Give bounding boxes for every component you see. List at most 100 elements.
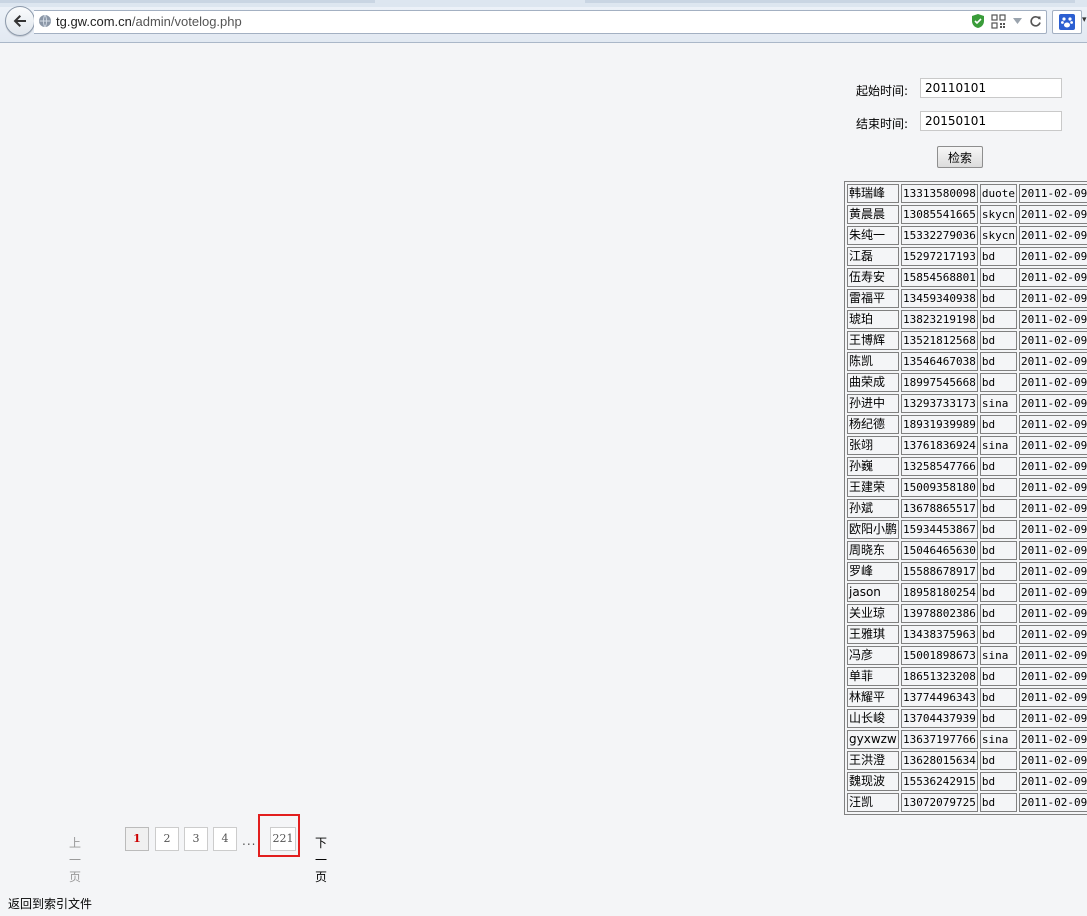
table-row: 朱纯一 15332279036 skycn 2011-02-09 (847, 226, 1087, 245)
voter-name-cell: 张翊 (847, 436, 900, 455)
table-row: jason 18958180254 bd 2011-02-09 (847, 583, 1087, 602)
vote-date-cell: 2011-02-09 (1019, 583, 1087, 602)
url-text[interactable]: tg.gw.com.cn/admin/votelog.php (56, 14, 242, 29)
vote-source-cell: sina (979, 394, 1017, 413)
table-row: 王建荣 15009358180 bd 2011-02-09 (847, 478, 1087, 497)
refresh-icon[interactable] (1029, 15, 1042, 28)
vote-source-cell: bd (979, 331, 1017, 350)
voter-name-cell: 关业琼 (847, 604, 900, 623)
table-row: 汪凯 13072079725 bd 2011-02-09 (847, 793, 1087, 812)
table-row: 黄晨晨 13085541665 skycn 2011-02-09 (847, 205, 1087, 224)
url-bar[interactable]: tg.gw.com.cn/admin/votelog.php (34, 10, 1047, 34)
vote-date-cell: 2011-02-09 (1019, 562, 1087, 581)
vote-date-cell: 2011-02-09 (1019, 457, 1087, 476)
vote-date-cell: 2011-02-09 (1019, 709, 1087, 728)
voter-name-cell: 单菲 (847, 667, 900, 686)
voter-name-cell: 陈凯 (847, 352, 900, 371)
vote-date-cell: 2011-02-09 (1019, 184, 1087, 203)
voter-phone-cell: 15297217193 (901, 247, 978, 266)
prev-page-link[interactable]: 上一页 (69, 834, 81, 885)
vote-date-cell: 2011-02-09 (1019, 373, 1087, 392)
voter-name-cell: 王雅琪 (847, 625, 900, 644)
vote-date-cell: 2011-02-09 (1019, 247, 1087, 266)
voter-name-cell: 朱纯一 (847, 226, 900, 245)
page-link-4[interactable]: 4 (213, 827, 237, 851)
vote-date-cell: 2011-02-09 (1019, 688, 1087, 707)
vote-date-cell: 2011-02-09 (1019, 268, 1087, 287)
voter-phone-cell: 13978802386 (901, 604, 978, 623)
vote-date-cell: 2011-02-09 (1019, 541, 1087, 560)
voter-phone-cell: 13438375963 (901, 625, 978, 644)
voter-name-cell: 王建荣 (847, 478, 900, 497)
table-row: 单菲 18651323208 bd 2011-02-09 (847, 667, 1087, 686)
vote-source-cell: skycn (979, 226, 1017, 245)
voter-name-cell: 魏现波 (847, 772, 900, 791)
vote-date-cell: 2011-02-09 (1019, 667, 1087, 686)
voter-phone-cell: 15536242915 (901, 772, 978, 791)
voter-phone-cell: 13637197766 (901, 730, 978, 749)
table-row: 伍寿安 15854568801 bd 2011-02-09 (847, 268, 1087, 287)
qr-code-icon[interactable] (991, 13, 1006, 29)
voter-phone-cell: 18931939989 (901, 415, 978, 434)
search-button[interactable]: 检索 (937, 146, 983, 168)
vote-log-table: 韩瑞峰 13313580098 duote 2011-02-09 黄晨晨 13085541… (844, 181, 1087, 815)
next-page-link[interactable]: 下一页 (315, 834, 327, 885)
back-button[interactable] (5, 6, 35, 36)
extension-button[interactable] (1052, 10, 1082, 34)
vote-source-cell: duote (979, 184, 1017, 203)
table-row: 罗峰 15588678917 bd 2011-02-09 (847, 562, 1087, 581)
dropdown-icon[interactable] (1012, 16, 1023, 26)
vote-source-cell: bd (979, 793, 1017, 812)
voter-phone-cell: 15001898673 (901, 646, 978, 665)
vote-date-cell: 2011-02-09 (1019, 436, 1087, 455)
table-row: 孙巍 13258547766 bd 2011-02-09 (847, 457, 1087, 476)
vote-source-cell: bd (979, 667, 1017, 686)
table-row: 孙斌 13678865517 bd 2011-02-09 (847, 499, 1087, 518)
vote-source-cell: bd (979, 520, 1017, 539)
voter-phone-cell: 15046465630 (901, 541, 978, 560)
table-row: 周晓东 15046465630 bd 2011-02-09 (847, 541, 1087, 560)
voter-phone-cell: 15332279036 (901, 226, 978, 245)
voter-name-cell: 孙巍 (847, 457, 900, 476)
voter-phone-cell: 18997545668 (901, 373, 978, 392)
voter-phone-cell: 13678865517 (901, 499, 978, 518)
voter-phone-cell: 13085541665 (901, 205, 978, 224)
browser-toolbar: tg.gw.com.cn/admin/votelog.php ▾ (0, 0, 1087, 43)
voter-name-cell: 王博辉 (847, 331, 900, 350)
back-to-index-link[interactable]: 返回到索引文件 (8, 895, 92, 912)
voter-name-cell: 孙进中 (847, 394, 900, 413)
start-time-input[interactable] (920, 78, 1062, 98)
vote-source-cell: bd (979, 310, 1017, 329)
table-row: 琥珀 13823219198 bd 2011-02-09 (847, 310, 1087, 329)
page-ellipsis: ... (242, 834, 257, 848)
vote-date-cell: 2011-02-09 (1019, 604, 1087, 623)
voter-name-cell: 周晓东 (847, 541, 900, 560)
voter-phone-cell: 13546467038 (901, 352, 978, 371)
voter-name-cell: 汪凯 (847, 793, 900, 812)
vote-date-cell: 2011-02-09 (1019, 205, 1087, 224)
voter-phone-cell: 15934453867 (901, 520, 978, 539)
voter-phone-cell: 13072079725 (901, 793, 978, 812)
vote-date-cell: 2011-02-09 (1019, 730, 1087, 749)
voter-phone-cell: 15009358180 (901, 478, 978, 497)
extension-dropdown-icon[interactable]: ▾ (1082, 15, 1087, 25)
voter-phone-cell: 13521812568 (901, 331, 978, 350)
voter-phone-cell: 13258547766 (901, 457, 978, 476)
tab-strip (0, 0, 1087, 7)
vote-source-cell: bd (979, 562, 1017, 581)
end-time-input[interactable] (920, 111, 1062, 131)
voter-name-cell: 孙斌 (847, 499, 900, 518)
page-link-3[interactable]: 3 (184, 827, 208, 851)
vote-date-cell: 2011-02-09 (1019, 772, 1087, 791)
vote-date-cell: 2011-02-09 (1019, 415, 1087, 434)
shield-check-icon[interactable] (971, 13, 985, 29)
voter-name-cell: 林耀平 (847, 688, 900, 707)
voter-phone-cell: 13823219198 (901, 310, 978, 329)
voter-name-cell: 冯彦 (847, 646, 900, 665)
voter-name-cell: 王洪澄 (847, 751, 900, 770)
page-link-2[interactable]: 2 (155, 827, 179, 851)
table-row: 王洪澄 13628015634 bd 2011-02-09 (847, 751, 1087, 770)
page-link-1[interactable]: 1 (125, 827, 149, 851)
vote-date-cell: 2011-02-09 (1019, 226, 1087, 245)
vote-source-cell: bd (979, 583, 1017, 602)
